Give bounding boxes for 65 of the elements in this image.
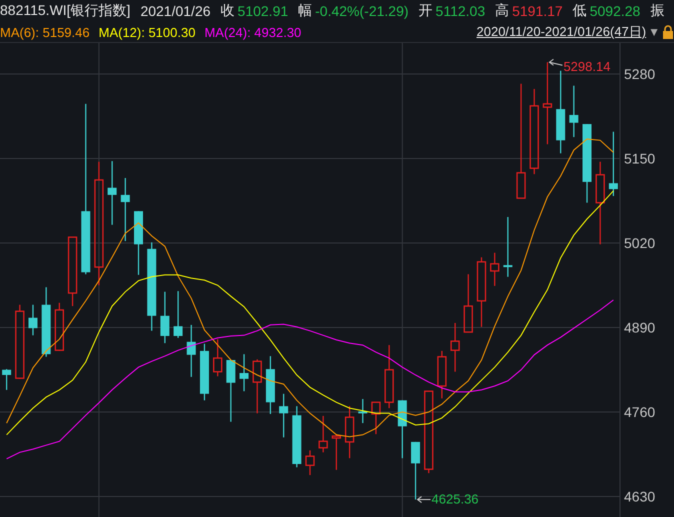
candlestick bbox=[318, 416, 328, 452]
dropdown-toggle[interactable]: ▼ bbox=[648, 25, 660, 39]
candlestick bbox=[2, 369, 12, 390]
quote-date: 2021/01/26 bbox=[140, 3, 211, 19]
leader-arrow bbox=[548, 58, 563, 66]
candlestick bbox=[266, 356, 275, 414]
candlestick bbox=[398, 400, 407, 458]
candlestick bbox=[305, 450, 315, 476]
quote-label: 收 bbox=[220, 2, 235, 20]
candlestick bbox=[279, 394, 288, 438]
candlestick bbox=[120, 178, 130, 242]
candlestick bbox=[28, 304, 38, 336]
quote-label: 振 bbox=[650, 2, 664, 20]
candlestick bbox=[226, 360, 236, 422]
price-extreme-label: 5298.14 bbox=[563, 59, 610, 74]
candlestick bbox=[68, 236, 78, 306]
candlestick bbox=[608, 132, 618, 196]
candlestick bbox=[476, 257, 486, 327]
candlestick bbox=[240, 354, 249, 392]
candlestick bbox=[252, 359, 262, 414]
candlestick bbox=[411, 442, 420, 500]
leader-arrow bbox=[416, 496, 432, 504]
candlestick bbox=[450, 322, 460, 372]
index-symbol: 882115.WI[银行指数] bbox=[0, 2, 130, 20]
quote-value: 5112.03 bbox=[436, 3, 486, 19]
candlestick bbox=[160, 292, 170, 344]
candlestick bbox=[503, 217, 512, 277]
candlestick bbox=[437, 350, 447, 398]
candlestick bbox=[358, 399, 368, 424]
moving-average-legend: MA(6): 5159.46 bbox=[0, 24, 90, 40]
axis-tick-label: 4760 bbox=[624, 404, 656, 420]
moving-average-legend: MA(24): 4932.30 bbox=[204, 24, 302, 40]
lock-icon[interactable] bbox=[662, 25, 674, 39]
axis-tick-label: 4890 bbox=[624, 320, 656, 336]
candlestick bbox=[186, 324, 196, 377]
axis-tick-label: 5150 bbox=[624, 150, 656, 166]
axis-tick-label: 5280 bbox=[624, 66, 656, 82]
quote-value: 5092.28 bbox=[590, 3, 640, 19]
quote-label: 高 bbox=[495, 2, 510, 20]
candlestick bbox=[332, 434, 342, 470]
candlestick bbox=[344, 406, 354, 458]
quote-label: 幅 bbox=[298, 2, 312, 20]
candlestick bbox=[134, 211, 143, 275]
candlestick bbox=[371, 402, 381, 434]
candlestick bbox=[174, 291, 183, 338]
candlestick bbox=[108, 161, 117, 225]
quote-value: 5102.91 bbox=[238, 3, 288, 19]
candlestick bbox=[54, 302, 64, 351]
candlestick bbox=[42, 287, 51, 357]
axis-tick-label: 4630 bbox=[624, 488, 656, 505]
candlestick bbox=[384, 345, 394, 408]
candlestick bbox=[464, 274, 473, 333]
quote-label: 低 bbox=[572, 2, 587, 20]
moving-average-legend: MA(12): 5100.30 bbox=[98, 24, 196, 40]
candlestick bbox=[490, 252, 500, 286]
candlestick bbox=[213, 339, 222, 376]
quote-value: 5191.17 bbox=[512, 3, 563, 19]
quote-value: -0.42%(-21.29) bbox=[315, 3, 409, 19]
candlestick bbox=[200, 344, 209, 400]
price-extreme-label: 4625.36 bbox=[432, 492, 479, 507]
candlestick bbox=[569, 86, 578, 138]
date-range-link[interactable]: 2020/11/20-2021/01/26(47日) bbox=[476, 23, 646, 41]
candlestick bbox=[292, 406, 302, 468]
quote-label: 开 bbox=[418, 2, 433, 20]
axis-tick-label: 5020 bbox=[624, 235, 656, 252]
